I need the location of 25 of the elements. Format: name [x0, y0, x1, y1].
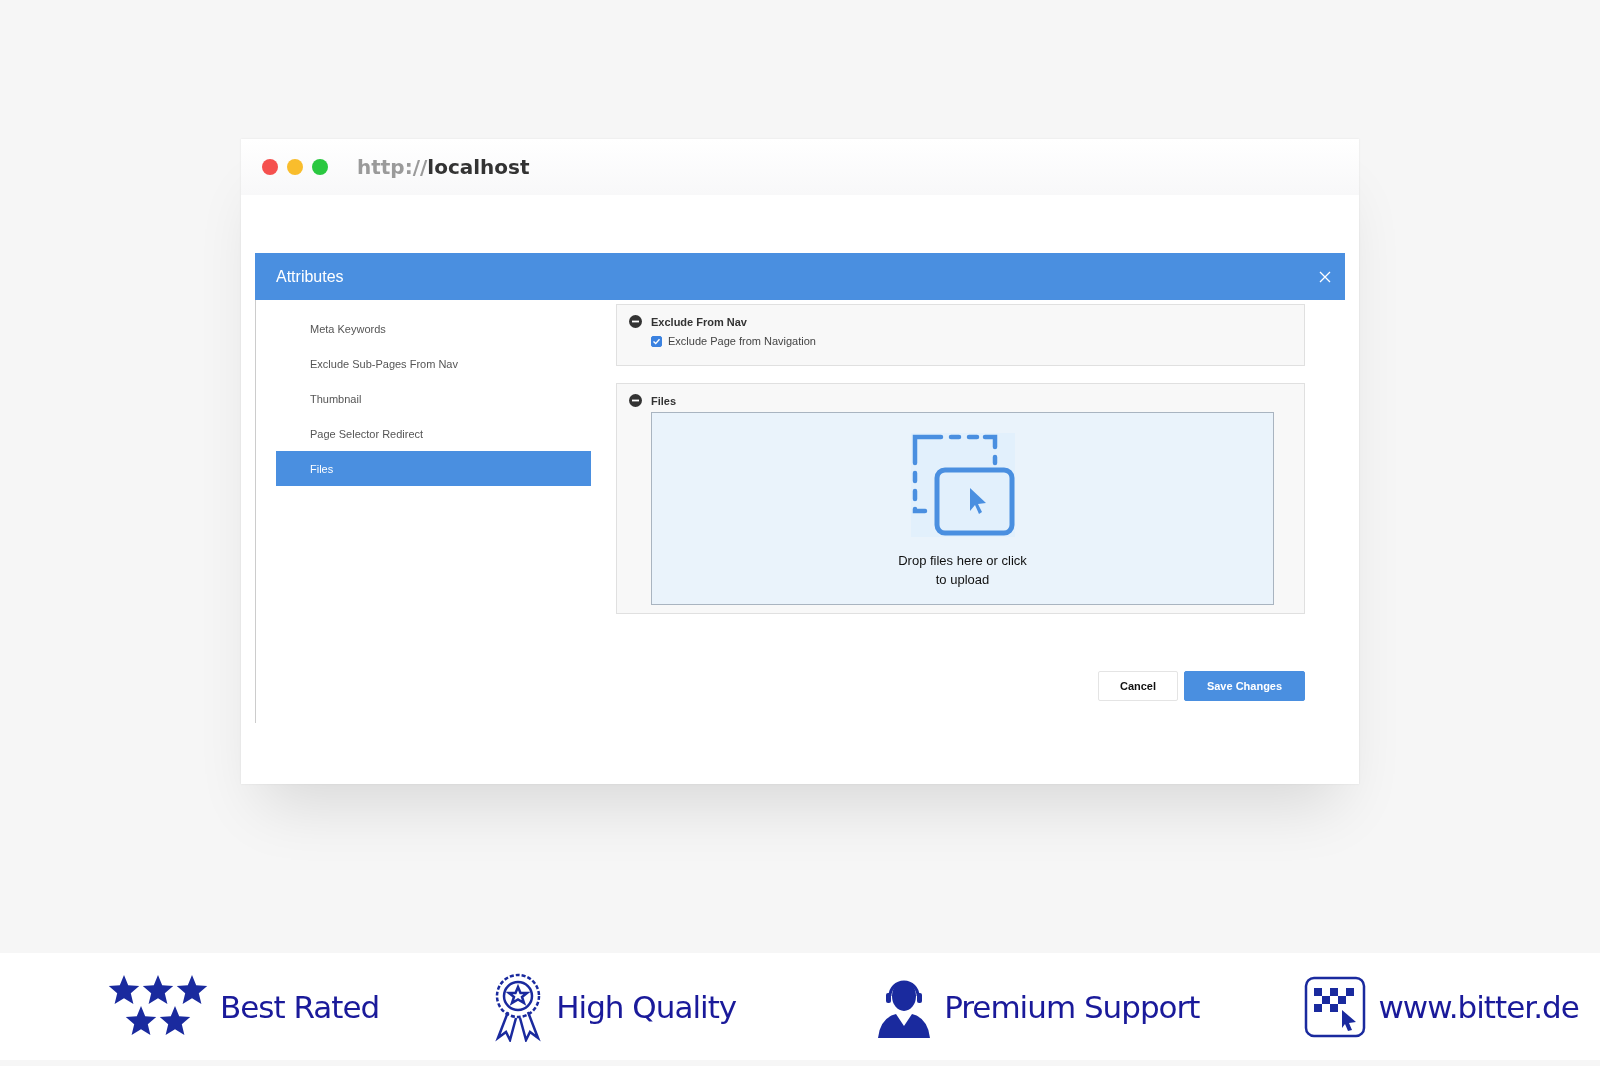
collapse-icon[interactable] — [629, 315, 642, 328]
sidebar-item[interactable]: Page Selector Redirect — [276, 416, 591, 451]
logo-icon — [1304, 975, 1367, 1038]
sidebar-item[interactable]: Thumbnail — [276, 381, 591, 416]
maximize-window-button[interactable] — [312, 159, 328, 175]
upload-cursor-icon — [910, 433, 1015, 537]
cancel-button[interactable]: Cancel — [1098, 671, 1178, 701]
checkbox-label: Exclude Page from Navigation — [668, 335, 816, 347]
sidebar-item[interactable]: Exclude Sub-Pages From Nav — [276, 346, 591, 381]
close-window-button[interactable] — [262, 159, 278, 175]
banner-label: www.bitter.de — [1378, 988, 1579, 1025]
banner-label: Best Rated — [220, 988, 380, 1025]
checkbox[interactable] — [651, 335, 662, 347]
sidebar-item[interactable]: Meta Keywords — [276, 311, 591, 346]
drop-prompt: Drop files here or click to upload — [897, 552, 1028, 589]
url-host: localhost — [427, 155, 530, 179]
banner-label: Premium Support — [944, 988, 1200, 1025]
section-title: Exclude From Nav — [651, 315, 747, 328]
close-icon[interactable] — [1319, 270, 1331, 283]
section-title: Files — [651, 394, 677, 407]
banner-label: High Quality — [556, 988, 737, 1025]
collapse-icon[interactable] — [629, 394, 642, 407]
url-scheme: http:// — [357, 155, 428, 179]
file-drop-zone[interactable]: Drop files here or click to upload — [651, 412, 1274, 605]
dialog-title: Attributes — [276, 267, 344, 286]
